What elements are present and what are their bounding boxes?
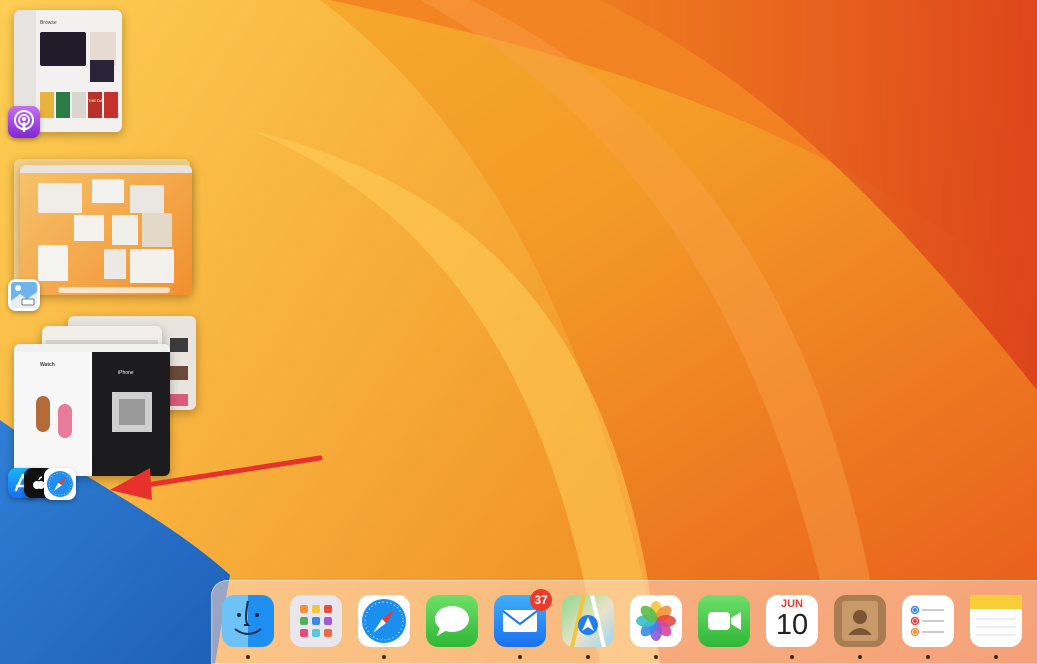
calendar-day: 10 [775, 609, 809, 641]
dock-facetime[interactable] [698, 595, 750, 647]
dock-safari[interactable] [358, 595, 410, 647]
dock-messages[interactable] [426, 595, 478, 647]
podcasts-window-title: Browse [40, 20, 57, 26]
dock-contacts[interactable] [834, 595, 886, 647]
stage-group-podcasts[interactable]: Browse THE DAILY [8, 8, 128, 140]
dock-notes[interactable] [970, 595, 1022, 647]
running-indicator [654, 655, 658, 659]
stage-group-preview[interactable] [8, 155, 198, 315]
mail-unread-badge: 37 [530, 589, 552, 611]
running-indicator [518, 655, 522, 659]
dock-calendar[interactable]: JUN 10 [766, 595, 818, 647]
running-indicator [858, 655, 862, 659]
dock: 37 JUN 10 [211, 580, 1037, 664]
running-indicator [790, 655, 794, 659]
annotation-arrow [110, 455, 323, 500]
running-indicator [246, 655, 250, 659]
dock-finder[interactable] [222, 595, 274, 647]
running-indicator [586, 655, 590, 659]
podcasts-icon [8, 106, 40, 138]
watch-promo-label: Watch [40, 362, 55, 368]
running-indicator [926, 655, 930, 659]
safari-icon [44, 468, 76, 500]
iphone-promo-label: iPhone [118, 370, 134, 376]
running-indicator [382, 655, 386, 659]
preview-window-thumbnail [20, 165, 192, 295]
preview-icon [8, 279, 40, 311]
dock-reminders[interactable] [902, 595, 954, 647]
dock-mail[interactable]: 37 [494, 589, 552, 647]
dock-maps[interactable] [562, 594, 614, 648]
dock-photos[interactable] [630, 595, 682, 647]
dock-launchpad[interactable] [290, 595, 342, 647]
running-indicator [994, 655, 998, 659]
